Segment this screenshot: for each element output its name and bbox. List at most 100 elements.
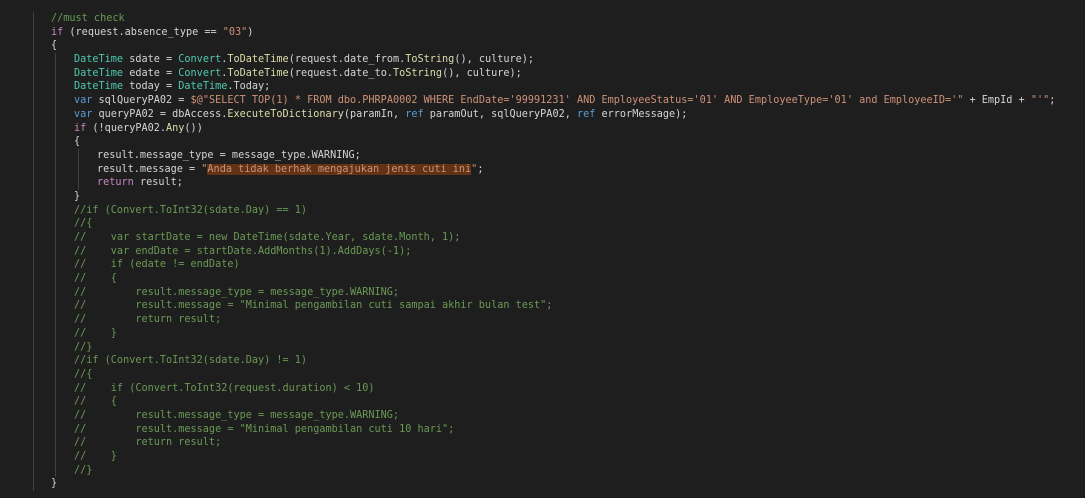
- code-line[interactable]: // }: [0, 450, 1085, 464]
- indent-guide: [55, 203, 56, 218]
- indent-guide: [33, 354, 34, 368]
- code-token: Convert: [178, 67, 222, 79]
- code-token: var: [74, 108, 93, 120]
- code-line[interactable]: DateTime today = DateTime.Today;: [0, 80, 1085, 95]
- indent-guide: [33, 436, 34, 450]
- code-token: DateTime: [178, 81, 228, 93]
- code-token: //{: [74, 368, 93, 380]
- code-token: // var startDate = new DateTime(sdate.Ye…: [74, 232, 461, 243]
- code-token: $@"SELECT TOP(1) * FROM dbo.PHRPA0002 WH…: [190, 95, 964, 107]
- code-line[interactable]: // }: [0, 326, 1085, 341]
- code-token: // if (edate != endDate): [74, 259, 240, 271]
- code-token: DateTime: [74, 54, 124, 66]
- indent-guide: [55, 422, 56, 437]
- code-line[interactable]: result.message = "Anda tidak berhak meng…: [0, 162, 1085, 177]
- code-token: // {: [74, 273, 117, 285]
- code-line[interactable]: // {: [0, 395, 1085, 409]
- code-line[interactable]: // var startDate = new DateTime(sdate.Ye…: [0, 231, 1085, 245]
- code-line[interactable]: // result.message = "Minimal pengambilan…: [0, 422, 1085, 437]
- code-token: // }: [74, 327, 117, 339]
- code-token: (), culture);: [454, 54, 535, 66]
- code-line[interactable]: //}: [0, 340, 1085, 355]
- code-token: // return result;: [74, 314, 222, 326]
- code-token: .Today;: [227, 81, 271, 93]
- indent-guide: [33, 121, 34, 136]
- code-line[interactable]: {: [0, 39, 1085, 54]
- indent-guide: [33, 395, 34, 409]
- code-line[interactable]: if (!queryPA02.Any()): [0, 121, 1085, 136]
- indent-guide: [55, 107, 56, 122]
- code-line[interactable]: // result.message_type = message_type.WA…: [0, 285, 1085, 300]
- code-token: ToDateTime: [227, 67, 289, 79]
- code-token: (), culture);: [442, 67, 522, 79]
- code-token: //}: [74, 464, 93, 476]
- code-token: // result.message = "Minimal pengambilan…: [74, 300, 553, 312]
- code-token: //if (Convert.ToInt32(sdate.Day) == 1): [74, 204, 308, 216]
- code-token: ToDateTime: [227, 54, 289, 66]
- code-token: ToString: [392, 67, 443, 79]
- code-token: ref: [405, 108, 424, 120]
- code-token: //{: [74, 218, 93, 230]
- code-line[interactable]: {: [0, 135, 1085, 149]
- indent-guide: [33, 477, 34, 492]
- code-line[interactable]: var queryPA02 = dbAccess.ExecuteToDictio…: [0, 107, 1085, 122]
- code-line[interactable]: if (request.absence_type == "03"): [0, 25, 1085, 40]
- code-line[interactable]: // var endDate = startDate.AddMonths(1).…: [0, 244, 1085, 259]
- code-line[interactable]: DateTime sdate = Convert.ToDateTime(requ…: [0, 53, 1085, 67]
- code-token: queryPA02 = dbAccess.: [92, 108, 228, 120]
- code-editor[interactable]: //must check if (request.absence_type == …: [0, 0, 1085, 498]
- code-token: // {: [74, 396, 117, 408]
- indent-guide: [33, 25, 34, 40]
- indent-guide: [33, 326, 34, 341]
- indent-guide: [55, 53, 56, 67]
- indent-guide: [55, 121, 56, 136]
- indent-guide: [33, 408, 34, 423]
- code-line[interactable]: DateTime edate = Convert.ToDateTime(requ…: [0, 66, 1085, 81]
- indent-guide: [55, 381, 56, 396]
- code-token: "'": [1030, 95, 1050, 107]
- code-line[interactable]: //if (Convert.ToInt32(sdate.Day) != 1): [0, 354, 1085, 368]
- code-line[interactable]: //{: [0, 367, 1085, 382]
- code-line[interactable]: return result;: [0, 176, 1085, 190]
- code-line[interactable]: // if (Convert.ToInt32(request.duration)…: [0, 381, 1085, 396]
- indent-guide: [33, 135, 34, 149]
- code-token: edate =: [123, 67, 179, 79]
- indent-guide: [33, 381, 34, 396]
- code-token: "03": [222, 26, 248, 38]
- indent-guide: [55, 66, 56, 81]
- code-line[interactable]: var sqlQueryPA02 = $@"SELECT TOP(1) * FR…: [0, 94, 1085, 108]
- code-line[interactable]: //must check: [0, 12, 1085, 26]
- code-line[interactable]: // result.message = "Minimal pengambilan…: [0, 299, 1085, 314]
- code-line[interactable]: //}: [0, 463, 1085, 478]
- code-token: if: [74, 122, 87, 134]
- code-token: {: [51, 40, 58, 52]
- code-line[interactable]: // result.message_type = message_type.WA…: [0, 408, 1085, 423]
- code-line[interactable]: }: [0, 189, 1085, 204]
- indent-guide: [33, 367, 34, 382]
- code-token: sqlQueryPA02 =: [92, 95, 191, 107]
- code-line[interactable]: // return result;: [0, 313, 1085, 327]
- code-area[interactable]: //must check if (request.absence_type == …: [0, 12, 1085, 492]
- code-token: ExecuteToDictionary: [227, 108, 344, 120]
- indent-guide: [55, 395, 56, 409]
- find-highlight-token: Anda tidak berhak mengajukan jenis cuti …: [207, 163, 472, 175]
- code-token: ): [247, 26, 254, 38]
- code-line[interactable]: //if (Convert.ToInt32(sdate.Day) == 1): [0, 203, 1085, 218]
- code-token: ()): [184, 122, 203, 134]
- code-line[interactable]: //{: [0, 217, 1085, 231]
- code-line[interactable]: // if (edate != endDate): [0, 258, 1085, 273]
- indent-guide: [33, 231, 34, 245]
- indent-guide: [55, 94, 56, 108]
- code-line[interactable]: }: [0, 477, 1085, 492]
- code-line[interactable]: // {: [0, 272, 1085, 286]
- code-token: Convert: [178, 54, 222, 66]
- code-line[interactable]: result.message_type = message_type.WARNI…: [0, 148, 1085, 163]
- code-token: result.message =: [97, 163, 202, 175]
- code-token: result;: [133, 177, 183, 189]
- indent-guide: [78, 148, 79, 163]
- code-token: // }: [74, 451, 117, 462]
- indent-guide: [55, 176, 56, 190]
- code-line[interactable]: // return result;: [0, 436, 1085, 450]
- indent-guide: [33, 80, 34, 95]
- code-token: {: [74, 136, 81, 148]
